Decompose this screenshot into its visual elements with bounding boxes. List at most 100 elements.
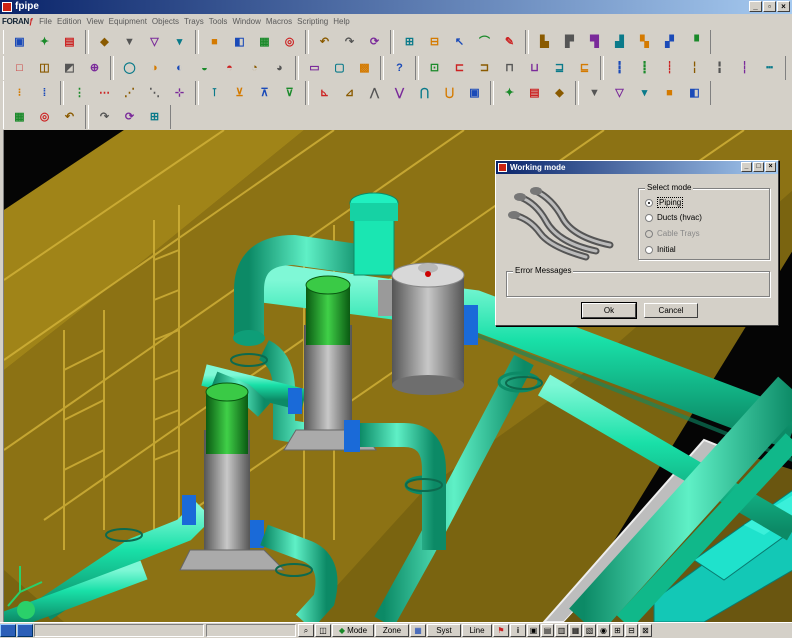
zone-grid-icon[interactable]: ▦: [410, 624, 426, 637]
funnel-red-button[interactable]: ▾: [169, 32, 190, 53]
status-tool-9-icon[interactable]: ⊠: [639, 624, 652, 637]
binoculars-button[interactable]: ◎: [279, 32, 300, 53]
box7-button[interactable]: ⊑: [574, 58, 595, 79]
radio-ducts[interactable]: Ducts (hvac): [645, 213, 702, 222]
line-button[interactable]: Line: [462, 624, 492, 637]
cursor-button[interactable]: ↖: [449, 32, 470, 53]
info-icon[interactable]: i: [510, 624, 526, 637]
close-button[interactable]: ×: [777, 1, 790, 12]
link4-button[interactable]: ⊽: [279, 83, 300, 104]
cancel-button[interactable]: Cancel: [644, 303, 698, 318]
radio-initial-indicator[interactable]: [645, 245, 653, 254]
tool6-button[interactable]: ⋃: [439, 83, 460, 104]
equip1-button[interactable]: ▙: [534, 32, 555, 53]
ok-button[interactable]: Ok: [581, 302, 637, 319]
nbcs-button[interactable]: ◆: [94, 32, 115, 53]
3d-viewport[interactable]: Working mode _ □ × Select mode Piping Du…: [3, 130, 792, 622]
pin4-button[interactable]: ⋱: [144, 83, 165, 104]
radio-piping-indicator[interactable]: [645, 198, 653, 207]
status-icon-1[interactable]: [0, 624, 16, 637]
menu-scripting[interactable]: Scripting: [297, 17, 328, 26]
stamp2-button[interactable]: ⟳: [119, 107, 140, 128]
menu-window[interactable]: Window: [232, 17, 260, 26]
tool1-button[interactable]: ⊾: [314, 83, 335, 104]
cyl2-button[interactable]: ◑: [144, 58, 165, 79]
status-icon-2[interactable]: [17, 624, 33, 637]
equip5-button[interactable]: ▚: [634, 32, 655, 53]
rk2-button[interactable]: ◎: [34, 107, 55, 128]
status-tool-3-icon[interactable]: ▥: [555, 624, 568, 637]
zone-button[interactable]: Zone: [375, 624, 409, 637]
tool14-button[interactable]: ■: [659, 83, 680, 104]
link2-button[interactable]: ⊻: [229, 83, 250, 104]
menu-objects[interactable]: Objects: [152, 17, 179, 26]
tool2-button[interactable]: ⊿: [339, 83, 360, 104]
dialog-minimize-button[interactable]: _: [741, 162, 752, 172]
tool10-button[interactable]: ◆: [549, 83, 570, 104]
cyl5-button[interactable]: ◓: [219, 58, 240, 79]
pin3-button[interactable]: ⋰: [119, 83, 140, 104]
status-tool-6-icon[interactable]: ◉: [597, 624, 610, 637]
radio-ducts-indicator[interactable]: [645, 213, 653, 222]
frame1-button[interactable]: ▭: [304, 58, 325, 79]
link3-button[interactable]: ⊼: [254, 83, 275, 104]
tool9-button[interactable]: ▤: [524, 83, 545, 104]
view3-button[interactable]: ◩: [59, 58, 80, 79]
route4-button[interactable]: ╎: [684, 58, 705, 79]
help-box-button[interactable]: ?: [389, 58, 410, 79]
refresh-button[interactable]: ⟳: [364, 32, 385, 53]
tool8-button[interactable]: ✦: [499, 83, 520, 104]
stamp1-button[interactable]: ↷: [94, 107, 115, 128]
menu-view[interactable]: View: [86, 17, 103, 26]
equip7-button[interactable]: ▝: [684, 32, 705, 53]
pin2-button[interactable]: ⋯: [94, 83, 115, 104]
flag-icon[interactable]: ⚑: [493, 624, 509, 637]
undo-button[interactable]: ↶: [314, 32, 335, 53]
pin1-button[interactable]: ⋮: [69, 83, 90, 104]
status-tool-8-icon[interactable]: ⊟: [625, 624, 638, 637]
route1-button[interactable]: ┇: [609, 58, 630, 79]
dots2-button[interactable]: ⁞: [34, 83, 55, 104]
status-tool-7-icon[interactable]: ⊞: [611, 624, 624, 637]
plan-button[interactable]: ⊞: [399, 32, 420, 53]
syst-button[interactable]: Syst: [427, 624, 461, 637]
funnel-button[interactable]: ▼: [119, 32, 140, 53]
bend-button[interactable]: ⌒: [474, 32, 495, 53]
menu-macros[interactable]: Macros: [266, 17, 292, 26]
grid-button[interactable]: ▦: [254, 32, 275, 53]
tool4-button[interactable]: ⋁: [389, 83, 410, 104]
tool3-button[interactable]: ⋀: [364, 83, 385, 104]
redo-button[interactable]: ↷: [339, 32, 360, 53]
menu-edition[interactable]: Edition: [57, 17, 81, 26]
route7-button[interactable]: ┅: [759, 58, 780, 79]
route2-button[interactable]: ┋: [634, 58, 655, 79]
menu-help[interactable]: Help: [333, 17, 349, 26]
pen-button[interactable]: ✎: [499, 32, 520, 53]
radio-initial[interactable]: Initial: [645, 245, 676, 254]
rk3-button[interactable]: ↶: [59, 107, 80, 128]
bench-button[interactable]: ▣: [9, 32, 30, 53]
equip3-button[interactable]: ▜: [584, 32, 605, 53]
cyl1-button[interactable]: ◯: [119, 58, 140, 79]
status-tool-1-icon[interactable]: ▣: [527, 624, 540, 637]
equip2-button[interactable]: ▛: [559, 32, 580, 53]
view4-button[interactable]: ⊕: [84, 58, 105, 79]
tool13-button[interactable]: ▾: [634, 83, 655, 104]
view-icon[interactable]: ◫: [315, 624, 331, 637]
box6-button[interactable]: ⊒: [549, 58, 570, 79]
save-button[interactable]: ■: [204, 32, 225, 53]
status-tool-5-icon[interactable]: ▧: [583, 624, 596, 637]
funnel-x-button[interactable]: ▽: [144, 32, 165, 53]
graph-button[interactable]: ▤: [59, 32, 80, 53]
dialog-maximize-button[interactable]: □: [753, 162, 764, 172]
stamp3-button[interactable]: ⊞: [144, 107, 165, 128]
wand-button[interactable]: ✦: [34, 32, 55, 53]
dialog-close-button[interactable]: ×: [765, 162, 776, 172]
frame3-button[interactable]: ▩: [354, 58, 375, 79]
plan-arrow-button[interactable]: ⊟: [424, 32, 445, 53]
route6-button[interactable]: ┆: [734, 58, 755, 79]
menu-trays[interactable]: Trays: [184, 17, 204, 26]
status-tool-2-icon[interactable]: ▤: [541, 624, 554, 637]
cyl7-button[interactable]: ◕: [269, 58, 290, 79]
box4-button[interactable]: ⊓: [499, 58, 520, 79]
